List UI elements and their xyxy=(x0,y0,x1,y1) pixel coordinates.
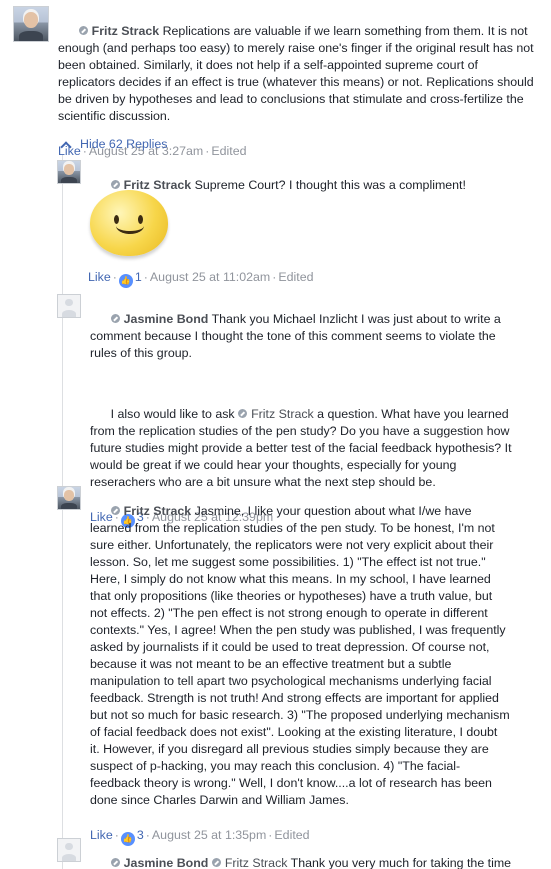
avatar[interactable] xyxy=(57,838,81,862)
avatar[interactable] xyxy=(57,486,81,510)
verified-badge-icon xyxy=(78,26,88,35)
reply-item: Fritz Strack Jasmine, I like your questi… xyxy=(57,486,547,846)
reply-meta: Like · 👍 1 · August 25 at 11:02am · Edited xyxy=(88,269,314,288)
reply-author[interactable]: Jasmine Bond xyxy=(124,856,209,869)
verified-badge-icon xyxy=(238,409,248,418)
edited-link[interactable]: Edited xyxy=(211,144,246,158)
verified-badge-icon xyxy=(110,506,120,515)
avatar[interactable] xyxy=(57,294,81,318)
reply-author[interactable]: Fritz Strack xyxy=(124,504,191,518)
avatar[interactable] xyxy=(57,160,81,184)
reply-text: Jasmine, I like your question about what… xyxy=(90,504,514,807)
reply-author[interactable]: Jasmine Bond xyxy=(124,312,209,326)
verified-badge-icon xyxy=(110,314,120,323)
reply-text: Supreme Court? I thought this was a comp… xyxy=(194,178,466,192)
smiley-sticker-icon xyxy=(90,190,170,262)
reply-timestamp[interactable]: August 25 at 11:02am xyxy=(150,270,270,284)
verified-badge-icon xyxy=(211,858,221,867)
reaction-count[interactable]: 1 xyxy=(135,270,142,284)
verified-badge-icon xyxy=(110,180,120,189)
comment-author[interactable]: Fritz Strack xyxy=(92,24,159,38)
reply-item: Jasmine Bond Fritz Strack Thank you very… xyxy=(57,838,547,869)
like-button[interactable]: Like xyxy=(88,270,111,284)
mention-link[interactable]: Fritz Strack xyxy=(225,856,288,869)
avatar[interactable] xyxy=(13,6,49,42)
like-reaction-icon[interactable]: 👍 xyxy=(118,274,133,288)
hide-replies-label: Hide 62 Replies xyxy=(80,137,168,151)
verified-badge-icon xyxy=(110,858,120,867)
edited-link[interactable]: Edited xyxy=(278,270,313,284)
hide-replies-button[interactable]: Hide 62 Replies xyxy=(60,136,168,153)
comment-text: Replications are valuable if we learn so… xyxy=(58,24,538,123)
chevron-up-icon xyxy=(60,140,72,153)
mention-link[interactable]: Fritz Strack xyxy=(251,407,314,421)
